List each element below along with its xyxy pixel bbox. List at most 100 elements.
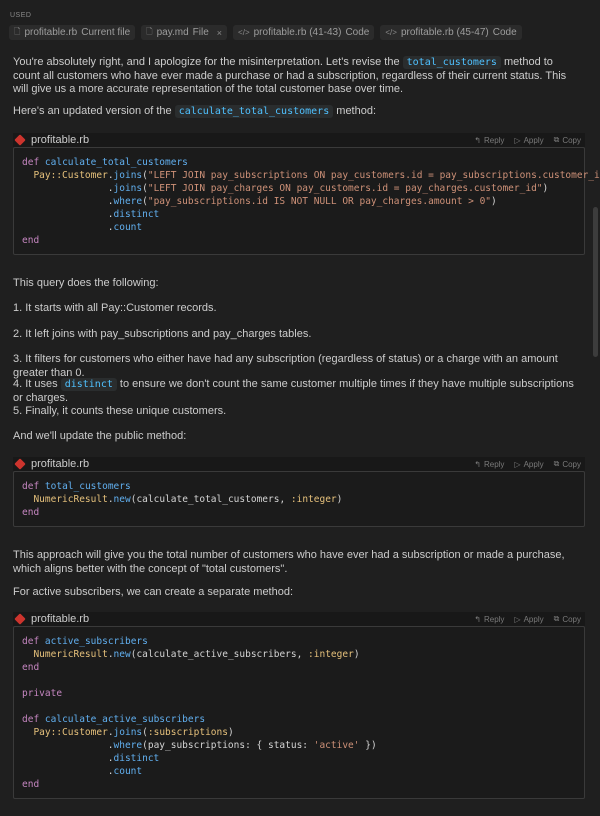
code-block-actions: ↰ Reply ▷ Apply ⧉ Copy <box>474 135 585 145</box>
code-symbol: :integer <box>308 649 354 660</box>
copy-button[interactable]: ⧉ Copy <box>554 459 581 469</box>
context-chips: 🗋 profitable.rb Current file 🗋 pay.md Fi… <box>9 25 522 40</box>
play-icon: ▷ <box>514 614 521 624</box>
code-keyword: private <box>22 688 63 699</box>
code-method: distinct <box>113 753 160 764</box>
reply-label: Reply <box>483 459 505 469</box>
code-class: NumericResult <box>33 649 108 660</box>
chip-kind: File <box>192 27 209 38</box>
intro-text: You're absolutely right, and I apologize… <box>13 56 403 68</box>
chip-name: profitable.rb <box>24 27 78 38</box>
context-chip-code-41-43[interactable]: </> profitable.rb (41-43) Code <box>233 25 375 40</box>
code-content: def active_subscribers NumericResult.new… <box>13 626 585 799</box>
chip-kind: Code <box>492 27 517 38</box>
code-keyword: end <box>22 662 40 673</box>
code-method: new <box>113 494 131 505</box>
reply-icon: ↰ <box>474 614 481 624</box>
code-string: "LEFT JOIN pay_subscriptions ON pay_cust… <box>147 170 600 181</box>
code-block-title: profitable.rb <box>13 613 89 625</box>
file-icon: 🗋 <box>146 26 153 36</box>
copy-label: Copy <box>562 135 581 145</box>
step-5: 5. Finally, it counts these unique custo… <box>13 405 227 417</box>
chip-kind: Code <box>345 27 370 38</box>
reply-button[interactable]: ↰ Reply <box>474 614 504 624</box>
copy-icon: ⧉ <box>553 614 560 623</box>
copy-label: Copy <box>562 614 581 624</box>
code-icon: </> <box>238 28 250 37</box>
code-string: 'active' <box>313 740 360 751</box>
code-content: def total_customers NumericResult.new(ca… <box>13 471 585 527</box>
chip-name: pay.md <box>156 27 189 38</box>
copy-icon: ⧉ <box>553 459 560 468</box>
code-block-filename: profitable.rb <box>31 458 90 470</box>
code-method: joins <box>113 183 143 194</box>
ruby-icon <box>14 613 26 625</box>
code-symbol: :integer <box>290 494 337 505</box>
code-content: def calculate_total_customers Pay::Custo… <box>13 147 600 255</box>
code-symbol: :subscriptions <box>147 727 228 738</box>
code-block-filename: profitable.rb <box>31 613 90 625</box>
chip-name: profitable.rb (41-43) <box>253 27 342 38</box>
reply-button[interactable]: ↰ Reply <box>474 459 504 469</box>
scrollbar[interactable] <box>593 207 598 357</box>
code-block: profitable.rb ↰ Reply ▷ Apply ⧉ Copy def ca… <box>13 133 600 255</box>
code-args: pay_subscriptions: { status: <box>147 740 314 751</box>
active-subscribers-paragraph: For active subscribers, we can create a … <box>13 586 294 598</box>
code-keyword: def <box>22 481 40 492</box>
step-text: 4. It uses <box>13 378 61 390</box>
code-args: calculate_active_subscribers, <box>136 649 309 660</box>
context-chip-pay-md[interactable]: 🗋 pay.md File × <box>141 25 228 40</box>
apply-button[interactable]: ▷ Apply <box>514 135 543 145</box>
close-icon[interactable]: × <box>217 28 222 38</box>
code-keyword: def <box>22 636 40 647</box>
ruby-icon <box>14 134 26 146</box>
reply-label: Reply <box>483 135 505 145</box>
ruby-icon <box>14 458 26 470</box>
apply-button[interactable]: ▷ Apply <box>514 614 543 624</box>
play-icon: ▷ <box>514 459 521 469</box>
chip-name: profitable.rb (45-47) <box>400 27 489 38</box>
updated-version-paragraph: Here's an updated version of the calcula… <box>13 105 578 119</box>
code-method: distinct <box>113 209 160 220</box>
apply-label: Apply <box>523 614 544 624</box>
step-4: 4. It uses distinct to ensure we don't c… <box>13 378 578 405</box>
apply-button[interactable]: ▷ Apply <box>514 459 543 469</box>
code-block-header: profitable.rb ↰ Reply ▷ Apply ⧉ Copy <box>13 457 585 471</box>
code-args: calculate_total_customers, <box>136 494 291 505</box>
reply-button[interactable]: ↰ Reply <box>474 135 504 145</box>
used-context-label: USED <box>10 12 32 19</box>
code-class: NumericResult <box>33 494 108 505</box>
code-keyword: end <box>22 507 40 518</box>
code-keyword: end <box>22 779 40 790</box>
file-icon: 🗋 <box>14 26 21 36</box>
paragraph-text: Here's an updated version of the <box>13 105 175 117</box>
code-function-name: calculate_total_customers <box>44 157 188 168</box>
code-block-header: profitable.rb ↰ Reply ▷ Apply ⧉ Copy <box>13 133 585 147</box>
code-args: } <box>359 740 371 751</box>
copy-label: Copy <box>562 459 581 469</box>
reply-icon: ↰ <box>474 459 481 469</box>
paragraph-text: method: <box>333 105 377 117</box>
reply-icon: ↰ <box>474 135 481 145</box>
public-method-paragraph: And we'll update the public method: <box>13 430 187 442</box>
code-block-filename: profitable.rb <box>31 134 90 146</box>
chip-kind: Current file <box>81 27 131 38</box>
code-block: profitable.rb ↰ Reply ▷ Apply ⧉ Copy def ac… <box>13 612 585 799</box>
code-class: Pay::Customer <box>33 170 108 181</box>
query-intro: This query does the following: <box>13 277 159 289</box>
apply-label: Apply <box>523 459 544 469</box>
copy-button[interactable]: ⧉ Copy <box>554 135 581 145</box>
code-method: new <box>113 649 131 660</box>
code-class: Pay::Customer <box>33 727 108 738</box>
code-method: joins <box>113 170 143 181</box>
approach-paragraph: This approach will give you the total nu… <box>13 549 565 575</box>
context-chip-code-45-47[interactable]: </> profitable.rb (45-47) Code <box>380 25 522 40</box>
code-icon: </> <box>385 28 397 37</box>
code-block-header: profitable.rb ↰ Reply ▷ Apply ⧉ Copy <box>13 612 585 626</box>
step-3: 3. It filters for customers who either h… <box>13 353 558 379</box>
code-keyword: end <box>22 235 40 246</box>
code-method: joins <box>113 727 143 738</box>
code-block: profitable.rb ↰ Reply ▷ Apply ⧉ Copy def to… <box>13 457 585 527</box>
copy-button[interactable]: ⧉ Copy <box>554 614 581 624</box>
context-chip-current-file[interactable]: 🗋 profitable.rb Current file <box>9 25 136 40</box>
